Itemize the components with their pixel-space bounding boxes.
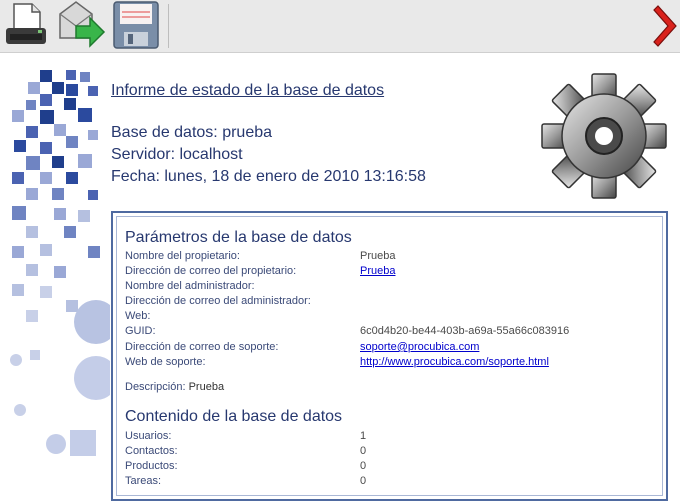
param-label: Dirección de correo de soporte: [125,341,279,353]
param-row-owner-name: Nombre del propietario: Prueba [125,250,665,264]
param-label: Dirección de correo del administrador: [125,295,311,307]
description-value: Prueba [188,381,225,393]
param-row-owner-email: Dirección de correo del propietario: Pru… [125,265,665,279]
param-label: Web de soporte: [125,356,206,368]
param-row-support-email: Dirección de correo de soporte: soporte@… [125,341,665,355]
param-label: Nombre del administrador: [125,280,255,292]
description-label: Descripción: [125,381,186,393]
content-value: 0 [360,475,367,487]
param-row-guid: GUID: 6c0d4b20-be44-403b-a69a-55a66c0839… [125,325,665,339]
param-label: Web: [125,310,151,322]
toolbar [0,0,680,53]
content-label: Productos: [125,460,178,472]
red-chevron-icon [653,5,677,47]
content-row-contacts: Contactos: 0 [125,445,665,459]
param-row-admin-email: Dirección de correo del administrador: [125,295,665,309]
close-button[interactable] [652,0,680,52]
gear-icon [541,73,667,199]
owner-email-link[interactable]: Prueba [360,265,395,277]
param-label: Nombre del propietario: [125,250,240,262]
report-date: Fecha: lunes, 18 de enero de 2010 13:16:… [111,168,426,185]
content-label: Tareas: [125,475,162,487]
param-label: Dirección de correo del propietario: [125,265,297,277]
param-value: Prueba [360,250,396,262]
param-row-support-web: Web de soporte: http://www.procubica.com… [125,356,665,370]
send-email-icon [59,1,106,48]
param-label: GUID: [125,325,156,337]
support-email-link[interactable]: soporte@procubica.com [360,341,479,353]
content-label: Usuarios: [125,430,172,442]
report-title-link[interactable]: Informe de estado de la base de datos [111,82,384,100]
guid-value: 6c0d4b20-be44-403b-a69a-55a66c083916 [360,325,570,337]
content-row-tasks: Tareas: 0 [125,475,665,489]
print-icon [6,3,46,44]
content-row-products: Productos: 0 [125,460,665,474]
print-button[interactable] [2,0,54,52]
content-value: 0 [360,460,367,472]
database-name: Base de datos: prueba [111,124,273,141]
contents-section-title: Contenido de la base de datos [125,408,343,425]
server-name: Servidor: localhost [111,146,243,163]
param-row-web: Web: [125,310,665,324]
decorative-mosaic [10,70,110,456]
content-value: 0 [360,445,367,457]
parameters-section-title: Parámetros de la base de datos [125,229,352,246]
save-disk-icon [113,1,159,49]
content-value: 1 [360,430,367,442]
send-email-button[interactable] [56,0,108,52]
content-row-users: Usuarios: 1 [125,430,665,444]
content-label: Contactos: [125,445,178,457]
support-web-link[interactable]: http://www.procubica.com/soporte.html [360,356,549,368]
param-row-admin-name: Nombre del administrador: [125,280,665,294]
toolbar-separator [168,4,169,48]
description: Descripción: Prueba [125,381,224,393]
save-button[interactable] [110,0,162,52]
